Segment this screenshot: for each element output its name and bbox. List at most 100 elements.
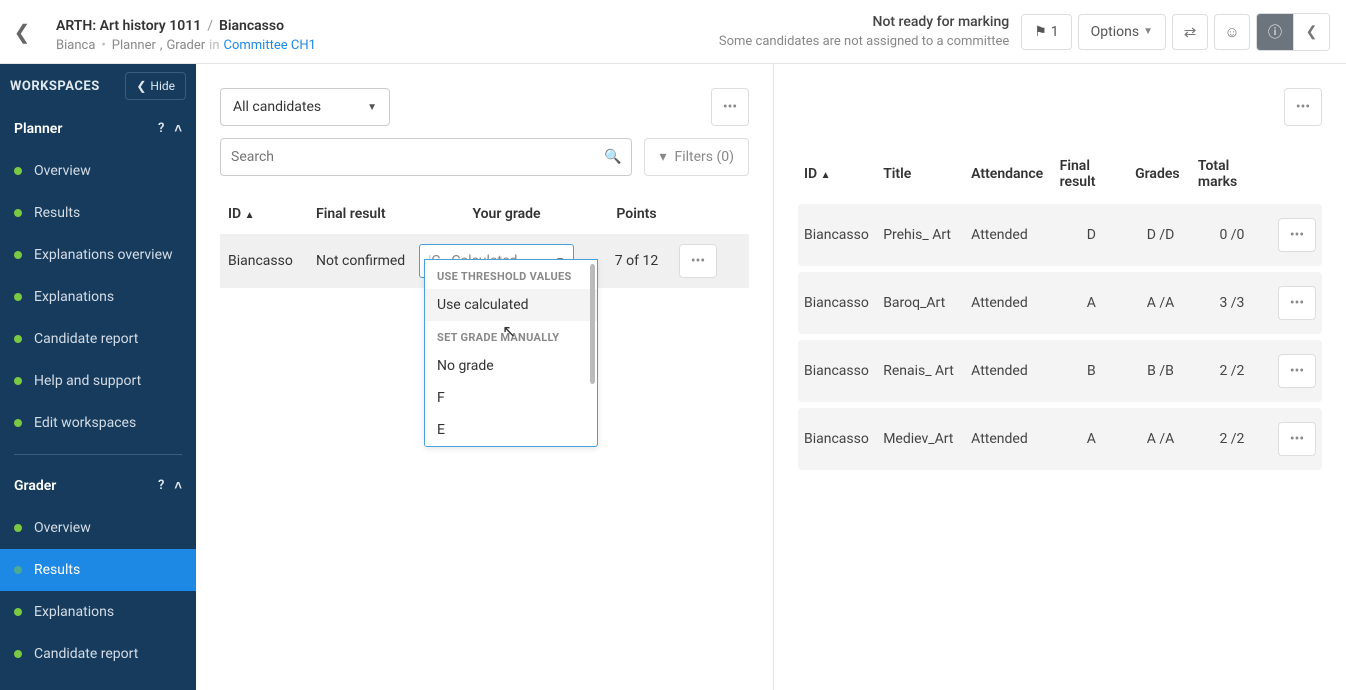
- chevron-up-icon[interactable]: ˄: [174, 478, 182, 494]
- sidebar-item-grader-results[interactable]: Results: [0, 549, 196, 591]
- sidebar-item-label: Explanations: [34, 289, 114, 305]
- cell-final: D: [1054, 204, 1129, 266]
- cell-final: B: [1054, 340, 1129, 402]
- ellipsis-icon: •••: [691, 253, 705, 269]
- back-chevron-icon[interactable]: ❮: [14, 20, 31, 44]
- col-final-label[interactable]: Final result: [316, 206, 386, 222]
- byline-role1: Planner: [112, 38, 156, 53]
- rcol-grades[interactable]: Grades: [1129, 150, 1192, 198]
- dd-section-manual: SET GRADE MANUALLY: [425, 321, 597, 350]
- cell-attendance: Attended: [965, 272, 1053, 334]
- row-more-button[interactable]: •••: [1278, 354, 1316, 388]
- search-box[interactable]: 🔍: [220, 138, 632, 176]
- sidebar-item-grader-candidate-report[interactable]: Candidate report: [0, 633, 196, 675]
- cell-id: Biancasso: [798, 408, 877, 470]
- sidebar-item-planner-overview[interactable]: Overview: [0, 150, 196, 192]
- grade-dropdown-menu: USE THRESHOLD VALUES Use calculated SET …: [424, 259, 598, 447]
- search-input[interactable]: [231, 149, 604, 165]
- sidebar-item-grader-explanations[interactable]: Explanations: [0, 591, 196, 633]
- filters-button[interactable]: ▾ Filters (0): [644, 138, 749, 176]
- cell-final: A: [1054, 408, 1129, 470]
- sidebar-item-grader-overview[interactable]: Overview: [0, 507, 196, 549]
- col-id-label[interactable]: ID: [228, 206, 241, 222]
- user-button[interactable]: ☺: [1214, 14, 1250, 50]
- swap-icon: ⇄: [1184, 23, 1197, 41]
- rcol-id[interactable]: ID: [804, 166, 817, 182]
- cell-final: A: [1054, 272, 1129, 334]
- sidebar-item-planner-candidate-report[interactable]: Candidate report: [0, 318, 196, 360]
- grader-title: Grader: [14, 478, 56, 494]
- info-icon: ⓘ: [1268, 22, 1282, 42]
- rcol-attendance[interactable]: Attendance: [965, 150, 1053, 198]
- col-grade-label[interactable]: Your grade: [472, 206, 540, 222]
- sidebar: WORKSPACES ❮ Hide Planner ? ˄ Overview R…: [0, 64, 196, 690]
- flag-count-button[interactable]: ⚑ 1: [1021, 14, 1071, 50]
- cell-title: Mediev_Art: [877, 408, 965, 470]
- table-row: BiancassoRenais_ ArtAttendedBB /B2 /2•••: [798, 340, 1322, 402]
- row-more-button[interactable]: •••: [1278, 218, 1316, 252]
- sidebar-item-planner-explanations-overview[interactable]: Explanations overview: [0, 234, 196, 276]
- info-button[interactable]: ⓘ: [1257, 14, 1293, 50]
- caret-down-icon: ▼: [1143, 26, 1153, 37]
- info-collapse-group: ⓘ ❮: [1256, 13, 1330, 51]
- cell-marks: 2 /2: [1192, 340, 1272, 402]
- cell-grades: A /A: [1129, 272, 1192, 334]
- dd-option-no-grade[interactable]: No grade: [425, 350, 597, 382]
- filters-label: Filters (0): [674, 149, 734, 165]
- chevron-left-icon: ❮: [136, 79, 146, 93]
- sidebar-item-planner-help[interactable]: Help and support: [0, 360, 196, 402]
- cell-grades: B /B: [1129, 340, 1192, 402]
- rcol-marks[interactable]: Total marks: [1192, 150, 1272, 198]
- cell-grades: D /D: [1129, 204, 1192, 266]
- sidebar-section-planner[interactable]: Planner ? ˄: [0, 108, 196, 150]
- dropdown-scrollbar[interactable]: [590, 264, 595, 384]
- dd-option-f[interactable]: F: [425, 382, 597, 414]
- hide-sidebar-button[interactable]: ❮ Hide: [125, 72, 186, 100]
- row-more-button[interactable]: •••: [1278, 422, 1316, 456]
- details-table: ID ▲ Title Attendance Final result Grade…: [798, 144, 1322, 476]
- sort-asc-icon: ▲: [821, 170, 831, 181]
- hide-label: Hide: [150, 79, 175, 93]
- left-table-header: ID ▲ Final result Your grade Points: [220, 188, 749, 234]
- byline-name: Bianca: [56, 38, 95, 53]
- flag-icon: ⚑: [1034, 24, 1047, 40]
- chevron-up-icon[interactable]: ˄: [174, 121, 182, 137]
- sidebar-item-planner-explanations[interactable]: Explanations: [0, 276, 196, 318]
- search-icon: 🔍: [604, 149, 621, 165]
- sidebar-item-planner-edit-workspaces[interactable]: Edit workspaces: [0, 402, 196, 444]
- ellipsis-icon: •••: [1296, 99, 1310, 115]
- committee-link[interactable]: Committee CH1: [224, 38, 316, 53]
- sidebar-section-grader[interactable]: Grader ? ˄: [0, 465, 196, 507]
- sort-asc-icon: ▲: [245, 210, 255, 221]
- cell-title: Renais_ Art: [877, 340, 965, 402]
- row-more-button[interactable]: •••: [679, 244, 717, 278]
- panel-more-button[interactable]: •••: [711, 88, 749, 126]
- breadcrumb-separator: /: [207, 18, 213, 34]
- rcol-title[interactable]: Title: [877, 150, 965, 198]
- row-more-button[interactable]: •••: [1278, 286, 1316, 320]
- sidebar-item-planner-results[interactable]: Results: [0, 192, 196, 234]
- byline-comma: ,: [160, 38, 163, 53]
- options-button[interactable]: Options ▼: [1078, 14, 1166, 50]
- header-status: Not ready for marking Some candidates ar…: [719, 14, 1021, 49]
- candidate-select[interactable]: All candidates ▼: [220, 88, 390, 126]
- byline-dot-icon: •: [99, 38, 107, 53]
- table-row: BiancassoMediev_ArtAttendedAA /A2 /2•••: [798, 408, 1322, 470]
- status-main: Not ready for marking: [719, 14, 1009, 30]
- col-points-label[interactable]: Points: [616, 206, 656, 222]
- swap-button[interactable]: ⇄: [1172, 14, 1208, 50]
- caret-down-icon: ▼: [367, 102, 377, 113]
- help-icon[interactable]: ?: [158, 478, 164, 494]
- details-panel: ••• ID ▲ Title Attendance Final result G…: [774, 64, 1346, 690]
- details-more-button[interactable]: •••: [1284, 88, 1322, 126]
- ellipsis-icon: •••: [1290, 227, 1304, 243]
- collapse-button[interactable]: ❮: [1293, 14, 1329, 50]
- cell-marks: 2 /2: [1192, 408, 1272, 470]
- help-icon[interactable]: ?: [158, 121, 164, 137]
- cell-attendance: Attended: [965, 340, 1053, 402]
- dd-option-e[interactable]: E: [425, 414, 597, 446]
- dd-option-use-calculated[interactable]: Use calculated: [425, 289, 597, 321]
- cell-id: Biancasso: [798, 340, 877, 402]
- rcol-final[interactable]: Final result: [1054, 150, 1129, 198]
- sidebar-item-label: Overview: [34, 520, 91, 536]
